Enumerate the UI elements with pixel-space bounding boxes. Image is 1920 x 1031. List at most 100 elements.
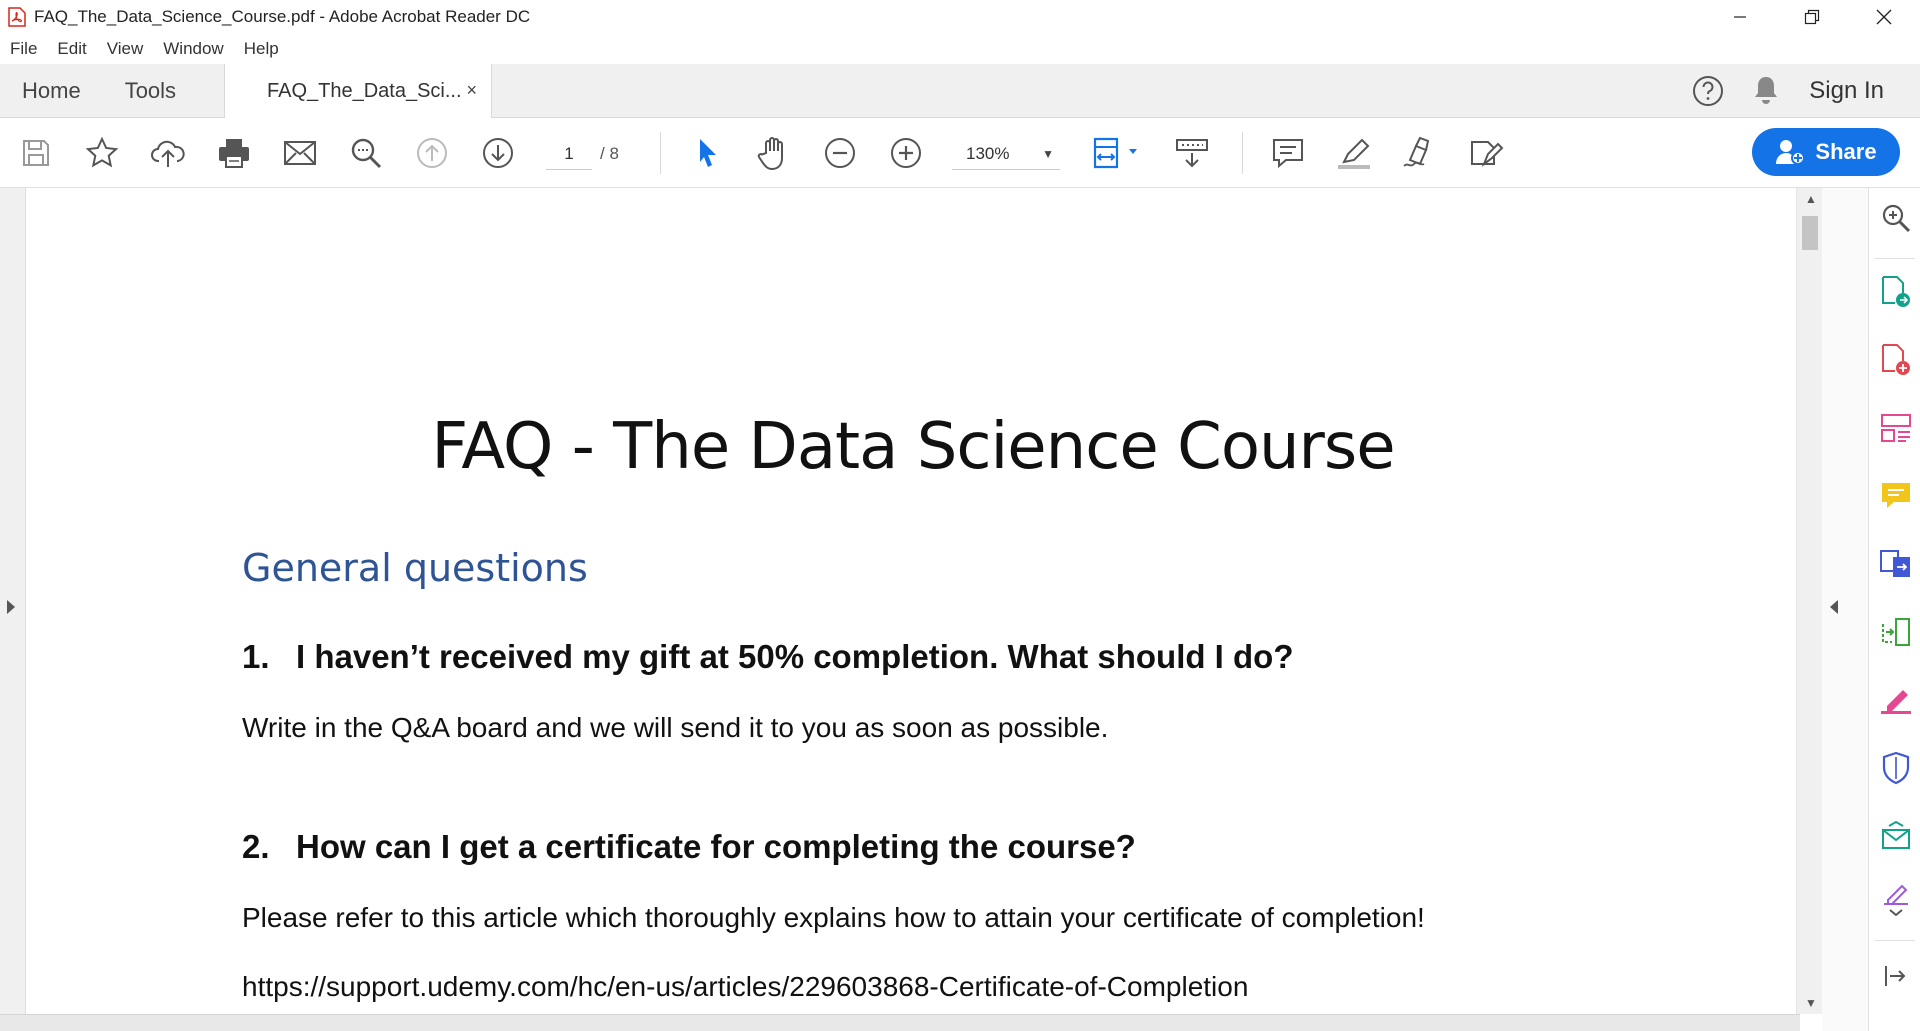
- print-button[interactable]: [216, 135, 252, 171]
- comment-bubble-icon: [1882, 483, 1910, 508]
- chevron-down-icon: ▼: [1042, 147, 1054, 161]
- organize-pages-icon: [1882, 618, 1910, 646]
- question-text: I haven’t received my gift at 50% comple…: [296, 638, 1294, 675]
- combine-files-button[interactable]: [1878, 546, 1914, 582]
- email-button[interactable]: [282, 135, 318, 171]
- fill-sign-button[interactable]: [1468, 135, 1504, 171]
- toolbar: 1 / 8 130% ▼ Share: [0, 118, 1920, 188]
- toolbar-separator: [1242, 132, 1243, 174]
- minimize-button[interactable]: [1704, 0, 1776, 34]
- left-nav-pane: [0, 188, 26, 1031]
- tab-tools[interactable]: Tools: [103, 64, 198, 118]
- document-title: FAQ - The Data Science Course: [431, 410, 1395, 484]
- menu-view[interactable]: View: [97, 39, 154, 59]
- document-viewport[interactable]: FAQ - The Data Science Course General qu…: [26, 188, 1800, 1014]
- zoom-in-button[interactable]: [888, 135, 924, 171]
- star-icon: [85, 136, 119, 168]
- minimize-icon: [1734, 16, 1746, 18]
- pen-more-icon: [1884, 884, 1908, 917]
- share-label: Share: [1815, 139, 1877, 164]
- zoom-out-button[interactable]: [822, 135, 858, 171]
- keyboard-scroll-icon: [1176, 139, 1208, 168]
- highlight-button[interactable]: [1336, 135, 1372, 171]
- comment-button[interactable]: [1270, 135, 1306, 171]
- combine-files-icon: [1880, 550, 1910, 577]
- toolbar-separator: [660, 132, 661, 174]
- pen-highlight-icon: [1881, 690, 1911, 714]
- sign-in-button[interactable]: Sign In: [1809, 77, 1884, 105]
- window-title: FAQ_The_Data_Science_Course.pdf - Adobe …: [34, 7, 531, 26]
- more-tools-button[interactable]: [1878, 882, 1914, 918]
- tab-document[interactable]: FAQ_The_Data_Sci... ×: [224, 64, 492, 119]
- protect-button[interactable]: [1878, 750, 1914, 786]
- bookmark-button[interactable]: [84, 135, 120, 171]
- search-icon: [351, 138, 382, 169]
- fill-sign-tool-button[interactable]: [1878, 682, 1914, 718]
- add-user-icon: [1776, 140, 1806, 165]
- search-tools-button[interactable]: [1878, 200, 1914, 236]
- next-page-button[interactable]: [480, 135, 516, 171]
- pen-sign-icon: [1403, 136, 1430, 167]
- notification-bell-icon[interactable]: [1751, 74, 1781, 108]
- upload-cloud-button[interactable]: [150, 135, 186, 171]
- answer-link[interactable]: https://support.udemy.com/hc/en-us/artic…: [242, 971, 1248, 1003]
- vertical-scrollbar[interactable]: ▲ ▼: [1796, 188, 1822, 1014]
- collapse-right-icon: [1885, 966, 1906, 986]
- send-review-icon: [1882, 820, 1910, 849]
- sign-button[interactable]: [1402, 135, 1438, 171]
- menu-help[interactable]: Help: [234, 39, 289, 59]
- select-tool-button[interactable]: [690, 135, 726, 171]
- previous-page-button[interactable]: [414, 135, 450, 171]
- menu-file[interactable]: File: [0, 39, 47, 59]
- comment-icon: [1273, 139, 1303, 169]
- collapse-tools-button[interactable]: [1878, 958, 1914, 994]
- arrow-down-circle-icon: [483, 138, 513, 168]
- edit-pdf-button[interactable]: [1878, 410, 1914, 446]
- create-pdf-button[interactable]: [1878, 342, 1914, 378]
- page-fit-button[interactable]: [1090, 135, 1142, 171]
- menu-edit[interactable]: Edit: [47, 39, 96, 59]
- scroll-mode-button[interactable]: [1174, 135, 1210, 171]
- restore-button[interactable]: [1776, 0, 1848, 34]
- collapse-right-pane-icon[interactable]: [1830, 600, 1838, 614]
- arrow-up-circle-icon: [417, 138, 447, 168]
- save-button[interactable]: [18, 135, 54, 171]
- edit-layout-icon: [1881, 414, 1911, 442]
- cloud-upload-icon: [151, 140, 185, 167]
- close-window-button[interactable]: [1848, 0, 1920, 34]
- scroll-down-icon[interactable]: ▼: [1805, 996, 1817, 1010]
- section-heading: General questions: [242, 546, 588, 590]
- close-icon: [1876, 9, 1892, 25]
- organize-pages-button[interactable]: [1878, 614, 1914, 650]
- tools-rail: [1868, 188, 1920, 1031]
- page-total: / 8: [600, 144, 619, 163]
- comment-tool-button[interactable]: [1878, 478, 1914, 514]
- zoom-search-icon: [1882, 204, 1911, 233]
- cursor-arrow-icon: [700, 139, 716, 167]
- hand-tool-button[interactable]: [756, 135, 792, 171]
- menu-window[interactable]: Window: [153, 39, 233, 59]
- tab-close-button[interactable]: ×: [466, 80, 477, 101]
- share-button[interactable]: Share: [1752, 128, 1900, 176]
- scrollbar-thumb[interactable]: [1802, 216, 1818, 250]
- menu-bar: File Edit View Window Help: [0, 34, 1920, 64]
- title-bar: FAQ_The_Data_Science_Course.pdf - Adobe …: [0, 0, 1920, 34]
- help-icon[interactable]: [1691, 74, 1725, 108]
- zoom-level-select[interactable]: 130% ▼: [952, 138, 1060, 170]
- pdf-page: FAQ - The Data Science Course General qu…: [26, 188, 1800, 1014]
- export-pdf-icon: [1882, 276, 1910, 307]
- find-button[interactable]: [348, 135, 384, 171]
- zoom-level-value: 130%: [966, 144, 1010, 163]
- send-for-review-button[interactable]: [1878, 818, 1914, 854]
- rail-divider: [1875, 258, 1915, 259]
- page-number-input[interactable]: 1: [546, 138, 592, 170]
- expand-left-pane-icon[interactable]: [7, 600, 15, 614]
- save-icon: [23, 140, 49, 166]
- scroll-up-icon[interactable]: ▲: [1805, 192, 1817, 206]
- horizontal-scrollbar[interactable]: [0, 1014, 1800, 1031]
- zoom-in-icon: [891, 138, 921, 168]
- tab-document-label: FAQ_The_Data_Sci...: [267, 80, 462, 102]
- tab-home[interactable]: Home: [0, 64, 103, 118]
- restore-icon: [1804, 9, 1820, 25]
- export-pdf-button[interactable]: [1878, 274, 1914, 310]
